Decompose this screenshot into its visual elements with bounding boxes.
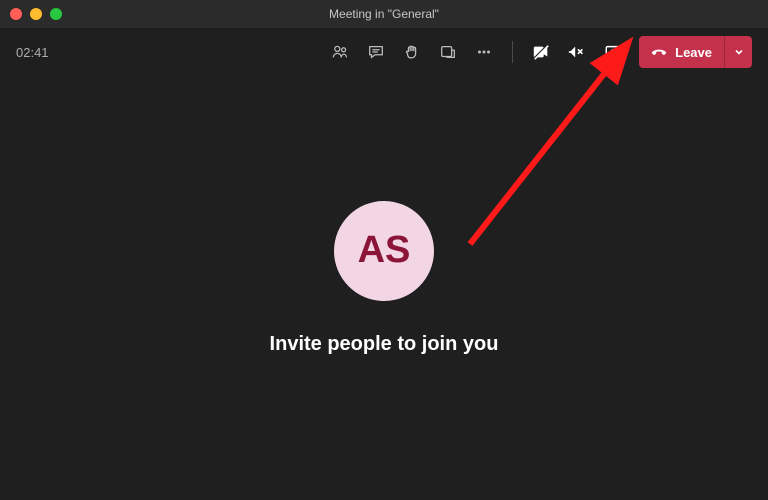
meeting-toolbar: 02:41 (0, 28, 768, 76)
share-button[interactable] (597, 36, 629, 68)
chat-icon (367, 43, 385, 61)
titlebar: Meeting in "General" (0, 0, 768, 28)
raise-hand-icon (403, 43, 421, 61)
leave-dropdown-button[interactable] (724, 36, 752, 68)
more-button[interactable] (468, 36, 500, 68)
hangup-icon (651, 44, 667, 60)
raise-hand-button[interactable] (396, 36, 428, 68)
leave-main[interactable]: Leave (639, 36, 724, 68)
meeting-timer: 02:41 (16, 45, 49, 60)
avatar: AS (334, 201, 434, 301)
leave-button[interactable]: Leave (639, 36, 752, 68)
mic-button[interactable] (561, 36, 593, 68)
invite-message: Invite people to join you (270, 333, 499, 356)
rooms-icon (439, 43, 457, 61)
window-title: Meeting in "General" (10, 7, 758, 21)
more-icon (475, 43, 493, 61)
close-window-button[interactable] (10, 8, 22, 20)
toolbar-icons (324, 36, 629, 68)
people-icon (331, 43, 349, 61)
toolbar-divider (512, 41, 513, 63)
maximize-window-button[interactable] (50, 8, 62, 20)
chevron-down-icon (734, 47, 744, 57)
people-button[interactable] (324, 36, 356, 68)
leave-label: Leave (675, 45, 712, 60)
share-screen-icon (604, 43, 622, 61)
avatar-initials: AS (358, 229, 411, 272)
meeting-stage: AS Invite people to join you (0, 76, 768, 500)
window-controls (10, 8, 62, 20)
minimize-window-button[interactable] (30, 8, 42, 20)
chat-button[interactable] (360, 36, 392, 68)
camera-off-icon (532, 43, 550, 61)
camera-button[interactable] (525, 36, 557, 68)
rooms-button[interactable] (432, 36, 464, 68)
mic-off-icon (568, 43, 586, 61)
